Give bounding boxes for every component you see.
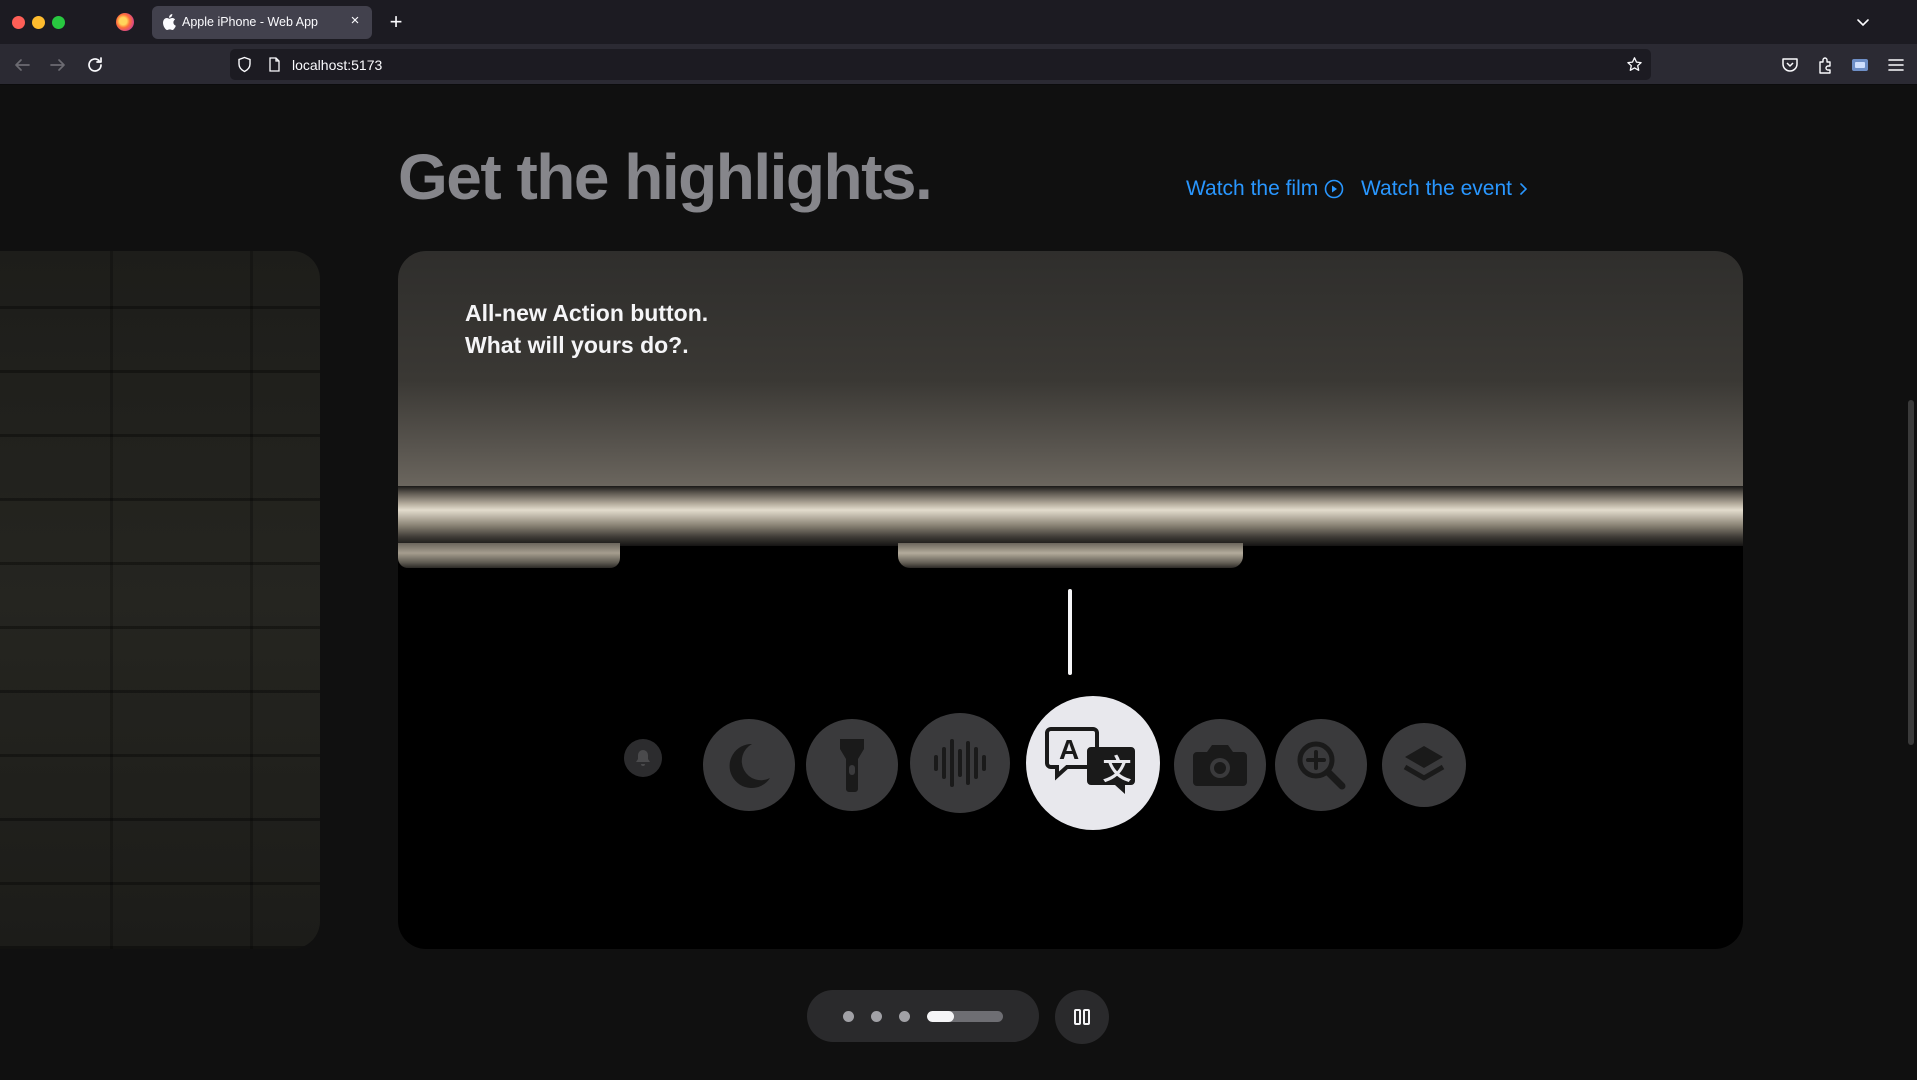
carousel-progress <box>807 990 1039 1042</box>
url-text[interactable]: localhost:5173 <box>292 57 382 73</box>
pause-button[interactable] <box>1055 990 1109 1044</box>
phone-action-button <box>898 543 1243 568</box>
page-icon <box>269 57 280 72</box>
page-content: Get the highlights. Watch the film Watch… <box>0 85 1905 1080</box>
slide-caption-line1: All-new Action button. <box>465 300 709 326</box>
window-minimize-button[interactable] <box>32 16 45 29</box>
magnifier-icon <box>1275 719 1367 811</box>
silent-mode-icon <box>624 739 662 777</box>
svg-text:A: A <box>1059 734 1079 765</box>
section-headline: Get the highlights. <box>398 141 933 213</box>
translate-icon: A 文 <box>1026 696 1160 830</box>
action-indicator-line <box>1068 589 1072 675</box>
scrollbar-thumb[interactable] <box>1908 400 1914 745</box>
new-tab-button[interactable]: + <box>384 8 408 36</box>
phone-side-button-left <box>398 543 620 568</box>
camera-icon <box>1174 719 1266 811</box>
tab-title: Apple iPhone - Web App <box>182 15 318 29</box>
back-arrow-icon[interactable] <box>10 53 34 77</box>
phone-top-image <box>398 251 1743 486</box>
window-zoom-button[interactable] <box>52 16 65 29</box>
slide-caption: All-new Action button. What will yours d… <box>465 297 708 361</box>
bookmark-star-icon[interactable] <box>1626 56 1643 73</box>
address-bar[interactable]: localhost:5173 <box>230 49 1651 80</box>
chevron-down-icon[interactable] <box>1853 12 1873 32</box>
carousel-dot-2[interactable] <box>871 1011 882 1022</box>
watch-event-label: Watch the event <box>1361 177 1512 200</box>
previous-slide-card[interactable] <box>0 251 320 949</box>
shortcuts-icon <box>1382 723 1466 807</box>
apple-logo-icon <box>163 14 176 30</box>
flashlight-icon <box>806 719 898 811</box>
slide-caption-line2: What will yours do?. <box>465 332 689 358</box>
focus-moon-icon <box>703 719 795 811</box>
forward-arrow-icon[interactable] <box>46 53 70 77</box>
reload-icon[interactable] <box>83 53 107 77</box>
phone-frame-edge <box>398 486 1743 546</box>
play-circle-icon <box>1324 179 1344 199</box>
page-scrollbar[interactable] <box>1905 85 1917 1080</box>
watch-event-link[interactable]: Watch the event <box>1361 177 1528 201</box>
svg-text:文: 文 <box>1103 753 1131 786</box>
watch-film-link[interactable]: Watch the film <box>1186 177 1344 201</box>
voice-memo-icon <box>910 713 1010 813</box>
browser-tab-bar: Apple iPhone - Web App × + <box>0 0 1917 44</box>
carousel-dot-1[interactable] <box>843 1011 854 1022</box>
tab-close-button[interactable]: × <box>346 12 364 30</box>
pocket-icon[interactable] <box>1780 55 1800 75</box>
carousel-dot-4-active[interactable] <box>927 1011 1003 1022</box>
profile-icon[interactable] <box>1850 55 1870 75</box>
browser-navigation-bar: localhost:5173 <box>0 44 1917 85</box>
action-button-slide: All-new Action button. What will yours d… <box>398 251 1743 949</box>
pause-icon <box>1074 1009 1090 1025</box>
extensions-icon[interactable] <box>1815 55 1835 75</box>
shield-icon[interactable] <box>236 56 253 73</box>
browser-tab-active[interactable]: Apple iPhone - Web App × <box>152 6 372 39</box>
window-close-button[interactable] <box>12 16 25 29</box>
carousel-progress-fill <box>927 1011 954 1022</box>
firefox-icon <box>116 13 134 31</box>
carousel-dot-3[interactable] <box>899 1011 910 1022</box>
menu-icon[interactable] <box>1886 55 1906 75</box>
watch-film-label: Watch the film <box>1186 177 1319 200</box>
chevron-right-icon <box>1520 183 1528 195</box>
